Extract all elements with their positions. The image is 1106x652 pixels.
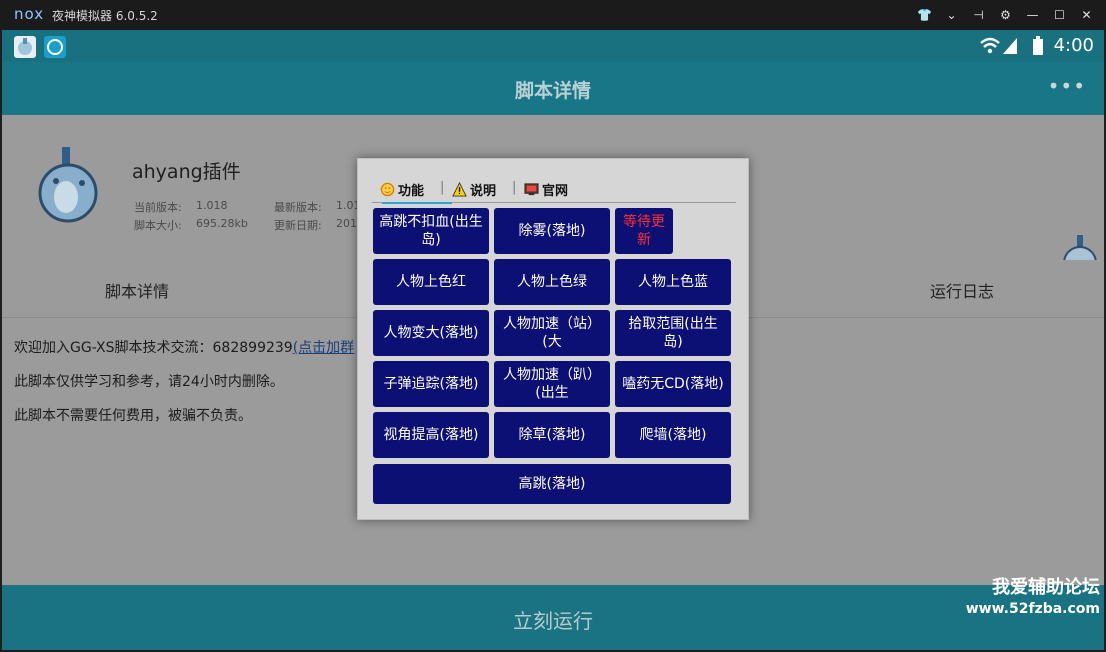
- warning-icon: [452, 182, 467, 197]
- run-now-button[interactable]: 立刻运行: [2, 585, 1104, 650]
- tab-script-details[interactable]: 脚本详情: [105, 278, 169, 302]
- smiley-icon: [380, 182, 395, 197]
- description-line-2: 此脚本仅供学习和参考，请24小时内删除。: [14, 374, 284, 390]
- current-version-label: 当前版本:: [134, 201, 182, 214]
- emulator-title: 夜神模拟器 6.0.5.2: [52, 9, 158, 23]
- pickup-range-button[interactable]: 拾取范围(出生岛): [615, 310, 731, 356]
- function-dialog: 功能 | 说明 | 官网 高跳不扣血(出生岛) 除雾(落地) 等待更新 人物上色…: [357, 158, 749, 520]
- plugin-name: ahyang插件: [132, 161, 241, 183]
- group-info-text: 欢迎加入GG-XS脚本技术交流：682899239: [14, 340, 293, 356]
- dialog-tab-bar: 功能 | 说明 | 官网: [372, 175, 736, 204]
- color-green-button[interactable]: 人物上色绿: [494, 259, 610, 305]
- notification-app-icon: [14, 36, 36, 58]
- enlarge-character-button[interactable]: 人物变大(落地): [373, 310, 489, 356]
- overflow-menu-icon[interactable]: •••: [1048, 74, 1086, 98]
- description-line-3: 此脚本不需要任何费用，被骗不负责。: [14, 408, 252, 424]
- close-icon[interactable]: ✕: [1073, 8, 1100, 22]
- minimize-icon[interactable]: —: [1019, 8, 1046, 22]
- high-jump-button[interactable]: 高跳(落地): [373, 464, 731, 504]
- gear-icon[interactable]: ⚙: [992, 8, 1019, 22]
- wall-climb-button[interactable]: 爬墙(落地): [615, 412, 731, 458]
- emulator-title-bar: nox 夜神模拟器 6.0.5.2 👕 ⌄ ⊣ ⚙ — ☐ ✕: [0, 0, 1106, 30]
- tab-instructions-label: 说明: [470, 184, 497, 199]
- pin-icon[interactable]: ⊣: [965, 8, 992, 22]
- window-controls: 👕 ⌄ ⊣ ⚙ — ☐ ✕: [911, 0, 1100, 30]
- pending-update-button[interactable]: 等待更新: [615, 208, 673, 254]
- remove-fog-button[interactable]: 除雾(落地): [494, 208, 610, 254]
- nox-logo: nox: [14, 5, 45, 23]
- color-blue-button[interactable]: 人物上色蓝: [615, 259, 731, 305]
- watermark-title: 我爱辅助论坛: [992, 577, 1100, 598]
- tab-functions-label: 功能: [398, 184, 425, 199]
- color-red-button[interactable]: 人物上色红: [373, 259, 489, 305]
- shirt-icon[interactable]: 👕: [911, 8, 938, 22]
- monitor-icon: [524, 183, 539, 196]
- action-bar: 脚本详情 •••: [2, 62, 1104, 115]
- description-line-1: 欢迎加入GG-XS脚本技术交流：682899239(点击加群: [14, 337, 354, 357]
- chevron-down-icon[interactable]: ⌄: [938, 8, 965, 22]
- speed-stand-button[interactable]: 人物加速（站）(大: [494, 310, 610, 356]
- run-now-label: 立刻运行: [513, 609, 593, 633]
- clock: 4:00: [1053, 35, 1094, 56]
- high-jump-no-damage-button[interactable]: 高跳不扣血(出生岛): [373, 208, 489, 254]
- wifi-icon: [980, 37, 1018, 54]
- tab-run-log[interactable]: 运行日志: [930, 278, 994, 302]
- latest-version-label: 最新版本:: [274, 201, 322, 214]
- nox-notification-icon: [44, 36, 66, 58]
- battery-icon: [1033, 36, 1043, 55]
- script-size-label: 脚本大小:: [134, 219, 182, 232]
- status-bar: 4:00: [2, 30, 1104, 62]
- no-cd-heal-button[interactable]: 嗑药无CD(落地): [615, 361, 731, 407]
- watermark-url: www.52fzba.com: [965, 601, 1100, 617]
- join-group-link[interactable]: (点击加群: [293, 340, 354, 356]
- active-tab-indicator: [382, 202, 452, 204]
- tab-instructions[interactable]: 说明: [452, 180, 496, 199]
- tab-separator: |: [440, 180, 445, 195]
- system-icons: [979, 36, 1044, 60]
- tab-functions[interactable]: 功能: [380, 180, 424, 199]
- tab-separator: |: [512, 180, 517, 195]
- update-date-label: 更新日期:: [274, 219, 322, 232]
- raise-view-button[interactable]: 视角提高(落地): [373, 412, 489, 458]
- current-version: 1.018: [196, 199, 228, 212]
- tab-website-label: 官网: [542, 184, 569, 199]
- script-size: 695.28kb: [196, 217, 248, 230]
- watermark: 我爱辅助论坛 www.52fzba.com: [966, 573, 1100, 617]
- speed-prone-button[interactable]: 人物加速（趴）(出生: [494, 361, 610, 407]
- tab-website[interactable]: 官网: [524, 180, 568, 199]
- maximize-icon[interactable]: ☐: [1046, 8, 1073, 22]
- remove-grass-button[interactable]: 除草(落地): [494, 412, 610, 458]
- plugin-icon: [38, 147, 98, 223]
- bullet-tracking-button[interactable]: 子弹追踪(落地): [373, 361, 489, 407]
- page-title: 脚本详情: [514, 80, 591, 102]
